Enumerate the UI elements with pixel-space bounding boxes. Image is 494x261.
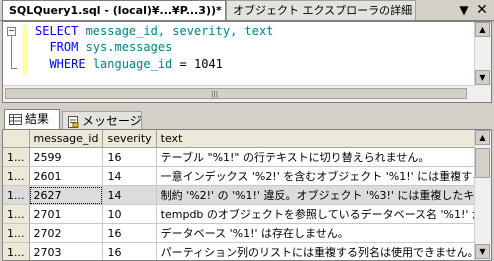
cell-message-id[interactable]: 2627: [29, 185, 104, 205]
results-grid[interactable]: message_id severity text 1... 2599 16 テー…: [2, 129, 492, 261]
where-value: 1041: [194, 57, 223, 71]
document-tab-bar: SQLQuery1.sql - (local)¥...¥P...3))* オブジ…: [0, 0, 494, 21]
row-header[interactable]: 1...: [3, 223, 30, 243]
scroll-thumb[interactable]: [475, 148, 490, 178]
cell-message-id[interactable]: 2601: [29, 166, 104, 186]
where-column: language_id: [92, 57, 173, 71]
outline-end: [11, 68, 17, 69]
table-row[interactable]: 1... 2599 16 テーブル "%1!" の行テキストに切り替えられません…: [3, 147, 491, 167]
tab-sqlquery1-label: SQLQuery1.sql - (local)¥...¥P...3))*: [9, 4, 222, 17]
table-row[interactable]: 1... 2703 16 パーティション列のリストには重複する列名は使用できませ…: [3, 242, 491, 260]
query-editor[interactable]: − SELECT message_id, severity, text FROM…: [2, 21, 492, 103]
cell-text[interactable]: テーブル "%1!" の行テキストに切り替えられません。: [156, 147, 491, 167]
tab-object-explorer-details[interactable]: オブジェクト エクスプローラの詳細: [226, 0, 416, 20]
row-header[interactable]: 1...: [3, 204, 30, 224]
editor-horizontal-scrollbar[interactable]: |||: [3, 85, 475, 102]
row-header-corner[interactable]: [3, 130, 30, 148]
tab-results-label: 結果: [25, 112, 50, 126]
scroll-up-icon[interactable]: ▲: [475, 130, 490, 145]
change-marker: [23, 25, 27, 75]
where-operator: =: [179, 57, 187, 71]
cell-text[interactable]: 一意インデックス '%2!' を含むオブジェクト '%1!' には重複するキー行…: [156, 166, 491, 186]
scroll-down-icon[interactable]: ▼: [475, 70, 490, 85]
cell-message-id[interactable]: 2703: [29, 242, 104, 260]
table-name: sys.messages: [85, 40, 173, 54]
select-columns: message_id, severity, text: [78, 24, 274, 38]
results-table: message_id severity text 1... 2599 16 テー…: [3, 130, 491, 260]
row-header[interactable]: 1...: [3, 147, 30, 167]
cell-text[interactable]: パーティション列のリストには重複する列名は使用できません。リスト: [156, 242, 491, 260]
cell-message-id[interactable]: 2702: [29, 223, 104, 243]
cell-severity[interactable]: 10: [102, 204, 157, 224]
column-header-message-id[interactable]: message_id: [29, 130, 104, 148]
grip-icon: |||: [211, 90, 219, 98]
cell-text[interactable]: 制約 '%2!' の '%1!' 違反。オブジェクト '%3!' には重複したキ…: [156, 185, 491, 205]
chevron-down-icon[interactable]: ▼: [456, 2, 472, 18]
cell-severity[interactable]: 16: [102, 242, 157, 260]
tab-messages-label: メッセージ: [82, 114, 142, 128]
cell-text[interactable]: tempdb のオブジェクトを参照しているデータベース名 '%1!' が無視され…: [156, 204, 491, 224]
keyword-from: FROM: [49, 40, 79, 54]
row-header[interactable]: 1...: [3, 166, 30, 186]
keyword-where: WHERE: [49, 57, 86, 71]
tab-object-explorer-label: オブジェクト エクスプローラの詳細: [233, 4, 413, 17]
cell-message-id[interactable]: 2701: [29, 204, 104, 224]
row-header[interactable]: 1...: [3, 185, 30, 205]
table-row-selected[interactable]: 1... 2627 14 制約 '%2!' の '%1!' 違反。オブジェクト …: [3, 185, 491, 205]
table-row[interactable]: 1... 2702 16 データベース '%1!' は存在しません。: [3, 223, 491, 243]
tab-messages[interactable]: メッセージ: [62, 111, 142, 129]
keyword-select: SELECT: [35, 24, 79, 38]
cell-text[interactable]: データベース '%1!' は存在しません。: [156, 223, 491, 243]
results-tab-bar: 結果 メッセージ: [0, 107, 494, 129]
cell-severity[interactable]: 14: [102, 166, 157, 186]
cell-severity[interactable]: 16: [102, 223, 157, 243]
column-header-severity[interactable]: severity: [102, 130, 157, 148]
close-icon[interactable]: ✕: [474, 2, 490, 18]
tab-sqlquery1[interactable]: SQLQuery1.sql - (local)¥...¥P...3))*: [2, 0, 226, 20]
column-header-text[interactable]: text: [156, 130, 491, 148]
grid-vertical-scrollbar[interactable]: ▲ ▼: [474, 130, 491, 260]
code-line-3: WHERE language_id = 1041: [35, 55, 223, 74]
cell-severity[interactable]: 16: [102, 147, 157, 167]
table-row[interactable]: 1... 2601 14 一意インデックス '%2!' を含むオブジェクト '%…: [3, 166, 491, 186]
outline-line: [11, 35, 12, 68]
table-row[interactable]: 1... 2701 10 tempdb のオブジェクトを参照しているデータベース…: [3, 204, 491, 224]
scroll-thumb[interactable]: |||: [5, 88, 467, 99]
cell-message-id[interactable]: 2599: [29, 147, 104, 167]
scroll-up-icon[interactable]: ▲: [475, 22, 490, 37]
message-icon: [68, 115, 79, 128]
row-header[interactable]: 1...: [3, 242, 30, 260]
editor-vertical-scrollbar[interactable]: ▲ ▼: [474, 22, 491, 102]
grid-icon: [9, 114, 22, 125]
cell-severity[interactable]: 14: [102, 185, 157, 205]
tab-results[interactable]: 結果: [4, 109, 60, 129]
scroll-down-icon[interactable]: ▼: [475, 244, 490, 259]
header-row: message_id severity text: [3, 130, 491, 148]
